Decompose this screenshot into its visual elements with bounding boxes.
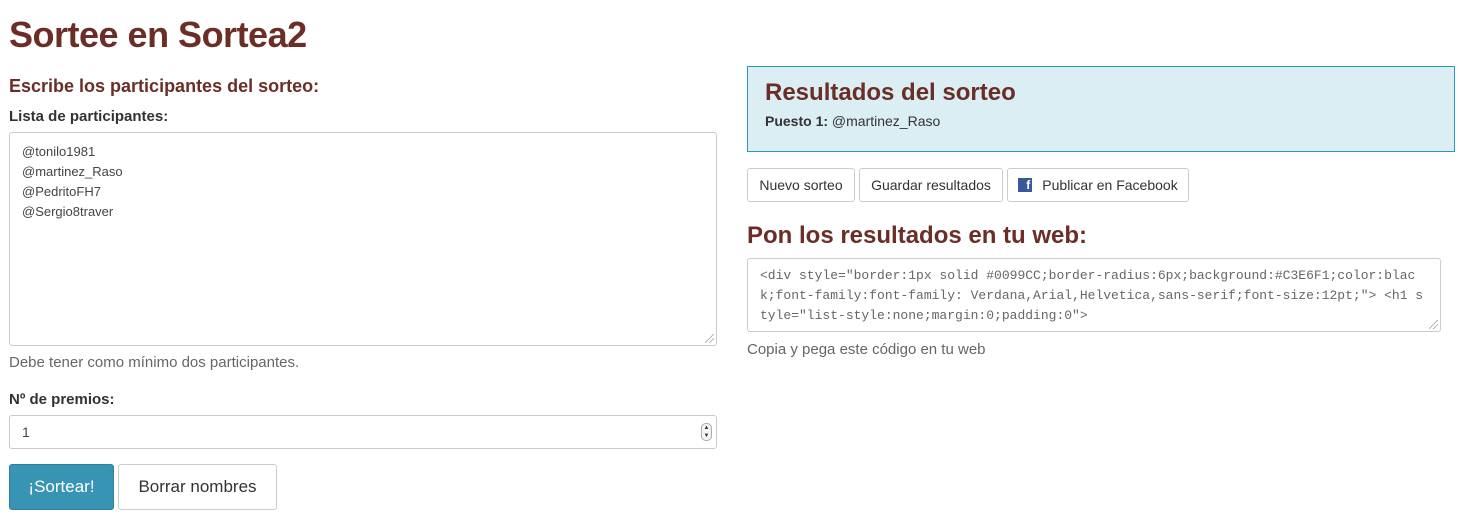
result-winner: @martinez_Raso [831, 113, 941, 129]
prizes-label: Nº de premios: [9, 391, 115, 408]
publish-facebook-button[interactable]: f Publicar en Facebook [1007, 168, 1189, 202]
embed-help: Copia y pega este código en tu web [747, 341, 986, 358]
results-box: Resultados del sorteo Puesto 1: @martine… [747, 66, 1455, 152]
draw-button[interactable]: ¡Sortear! [9, 464, 114, 510]
participant-line: @martinez_Raso [22, 164, 123, 179]
result-row: Puesto 1: @martinez_Raso [765, 113, 1437, 129]
results-title: Resultados del sorteo [765, 79, 1016, 106]
embed-code: <div style="border:1px solid #0099CC;bor… [760, 268, 1424, 323]
clear-names-button[interactable]: Borrar nombres [118, 464, 277, 510]
prizes-input[interactable]: 1 ▲ ▼ [9, 415, 717, 449]
prizes-value: 1 [22, 424, 30, 440]
embed-heading: Pon los resultados en tu web: [747, 222, 1088, 249]
facebook-icon: f [1018, 178, 1033, 192]
participants-textarea[interactable]: @tonilo1981 @martinez_Raso @PedritoFH7 @… [9, 132, 717, 346]
resize-handle-icon[interactable] [705, 334, 714, 343]
embed-code-textarea[interactable]: <div style="border:1px solid #0099CC;bor… [747, 258, 1441, 332]
page-title: Sortee en Sortea2 [9, 14, 307, 55]
new-draw-button[interactable]: Nuevo sorteo [747, 168, 855, 202]
participants-label: Lista de participantes: [9, 108, 169, 125]
resize-handle-icon[interactable] [1429, 320, 1438, 329]
participant-line: @PedritoFH7 [22, 184, 101, 199]
participants-help: Debe tener como mínimo dos participantes… [9, 354, 300, 371]
result-position-label: Puesto 1: [765, 113, 829, 129]
publish-facebook-label: Publicar en Facebook [1042, 177, 1178, 193]
form-heading: Escribe los participantes del sorteo: [9, 76, 320, 96]
spinner-arrows-icon[interactable]: ▲ ▼ [701, 423, 712, 441]
participant-line: @tonilo1981 [22, 144, 96, 159]
save-results-button[interactable]: Guardar resultados [859, 168, 1003, 202]
participant-line: @Sergio8traver [22, 204, 114, 219]
